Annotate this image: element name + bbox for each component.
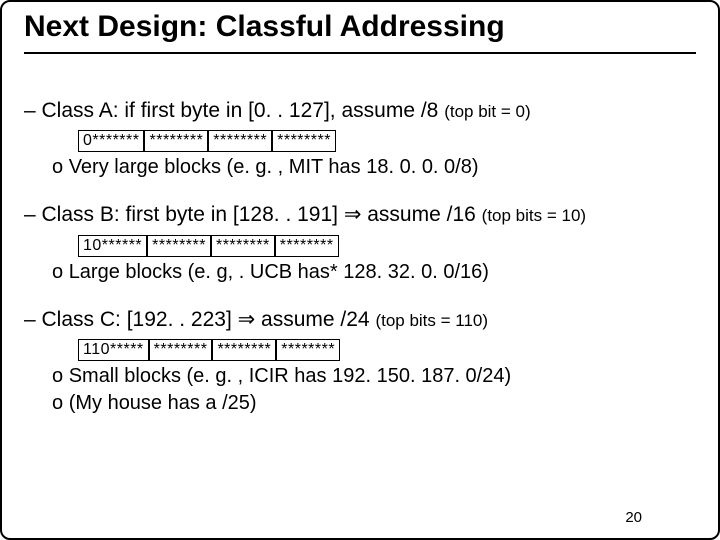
class-b-heading: – Class B: first byte in [128. . 191] ⇒ … [24,202,696,228]
slide: Next Design: Classful Addressing – Class… [0,0,720,540]
class-a-byte-row: 0******* ******** ******** ******** [78,130,696,152]
class-b-bullets: Large blocks (e. g, . UCB has* 128. 32. … [52,260,696,285]
byte-cell: ******** [276,339,340,361]
class-b-section: – Class B: first byte in [128. . 191] ⇒ … [24,202,696,284]
byte-cell: ******** [275,235,339,257]
slide-title: Next Design: Classful Addressing [24,8,696,54]
class-c-heading: – Class C: [192. . 223] ⇒ assume /24 (to… [24,307,696,333]
page-number: 20 [625,509,642,526]
class-a-heading: – Class A: if first byte in [0. . 127], … [24,98,696,124]
class-a-heading-sub: (top bit = 0) [444,102,530,121]
class-a-heading-text: – Class A: if first byte in [0. . 127], … [24,99,444,122]
class-c-heading-text: – Class C: [192. . 223] ⇒ assume /24 [24,308,375,331]
class-b-byte-row: 10****** ******** ******** ******** [78,235,696,257]
byte-cell: ******** [212,339,276,361]
byte-cell: ******** [147,235,211,257]
byte-cell: ******** [144,130,208,152]
class-b-heading-text: – Class B: first byte in [128. . 191] ⇒ … [24,203,482,226]
byte-cell: 10****** [78,235,147,257]
class-c-section: – Class C: [192. . 223] ⇒ assume /24 (to… [24,307,696,416]
class-c-byte-row: 110***** ******** ******** ******** [78,339,696,361]
class-a-bullets: Very large blocks (e. g. , MIT has 18. 0… [52,155,696,180]
byte-cell: 0******* [78,130,144,152]
bullet-item: Small blocks (e. g. , ICIR has 192. 150.… [52,364,696,389]
class-c-bullets: Small blocks (e. g. , ICIR has 192. 150.… [52,364,696,416]
bullet-item: Very large blocks (e. g. , MIT has 18. 0… [52,155,696,180]
bullet-item: Large blocks (e. g, . UCB has* 128. 32. … [52,260,696,285]
bullet-item: (My house has a /25) [52,391,696,416]
byte-cell: ******** [211,235,275,257]
class-a-section: – Class A: if first byte in [0. . 127], … [24,98,696,180]
class-b-heading-sub: (top bits = 10) [482,206,586,225]
byte-cell: ******** [208,130,272,152]
byte-cell: 110***** [78,339,149,361]
byte-cell: ******** [272,130,336,152]
byte-cell: ******** [149,339,213,361]
class-c-heading-sub: (top bits = 110) [375,311,488,330]
